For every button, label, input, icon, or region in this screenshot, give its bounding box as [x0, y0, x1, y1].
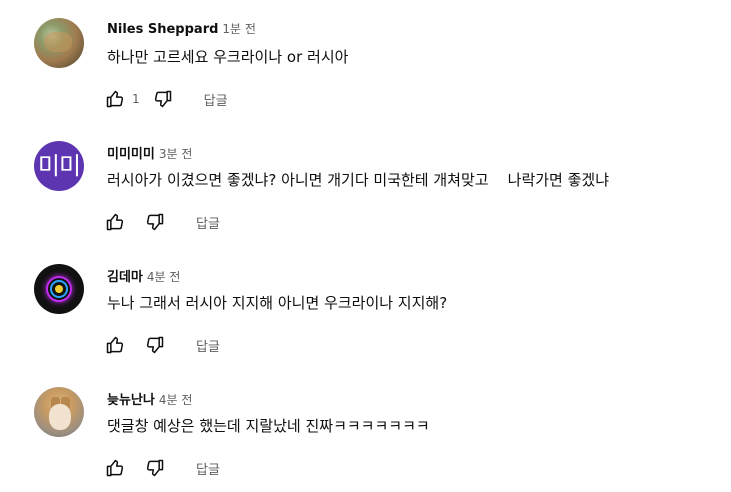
comment-header: 늦뉴난나 4분 전 [107, 389, 192, 409]
reply-button[interactable]: 답글 [188, 453, 228, 484]
avatar[interactable] [34, 387, 84, 437]
comment-item: 김데마 4분 전 누나 그래서 러시아 지지해 아니면 우크라이나 지지해? 답… [0, 246, 731, 369]
thumb-down-icon [154, 90, 171, 108]
like-count: 1 [132, 92, 140, 106]
comment-time[interactable]: 4분 전 [147, 268, 181, 285]
dislike-button[interactable] [140, 453, 170, 483]
comment-text: 누나 그래서 러시아 지지해 아니면 우크라이나 지지해? [107, 294, 448, 312]
avatar[interactable] [34, 18, 84, 68]
dislike-button[interactable] [148, 84, 178, 114]
comment-toolbar: 답글 [100, 453, 228, 483]
avatar[interactable] [34, 264, 84, 314]
comment-toolbar: 답글 [100, 207, 228, 237]
comment-text: 하나만 고르세요 우크라이나 or 러시아 [107, 48, 349, 66]
comment-author[interactable]: 미미미미 [107, 143, 155, 162]
avatar-face [49, 404, 71, 430]
comment-header: 김데마 4분 전 [107, 266, 180, 286]
thumb-up-icon [106, 213, 124, 231]
comment-toolbar: 1 답글 [100, 84, 236, 114]
comment-time[interactable]: 3분 전 [159, 145, 193, 162]
comment-text: 댓글창 예상은 했는데 지랄났네 진짜ㅋㅋㅋㅋㅋㅋㅋ [107, 417, 430, 435]
comment-header: Niles Sheppard 1분 전 [107, 20, 256, 40]
thumb-up-icon [106, 336, 124, 354]
thumb-up-icon [106, 459, 124, 477]
like-button[interactable] [100, 207, 130, 237]
reply-button[interactable]: 답글 [188, 330, 228, 361]
dislike-button[interactable] [140, 207, 170, 237]
like-button[interactable] [100, 453, 130, 483]
reply-button[interactable]: 답글 [196, 84, 236, 115]
like-button[interactable] [100, 330, 130, 360]
reply-button[interactable]: 답글 [188, 207, 228, 238]
dislike-button[interactable] [140, 330, 170, 360]
like-button[interactable] [100, 84, 130, 114]
comment-time[interactable]: 1분 전 [222, 20, 256, 37]
avatar-dot [55, 285, 63, 293]
comment-author[interactable]: 김데마 [107, 266, 143, 285]
comment-text: 러시아가 이겼으면 좋겠냐? 아니면 개기다 미국한테 개쳐맞고 나락가면 좋겠… [107, 171, 610, 189]
comment-item: 늦뉴난나 4분 전 댓글창 예상은 했는데 지랄났네 진짜ㅋㅋㅋㅋㅋㅋㅋ 답글 [0, 369, 731, 492]
comment-item: 미미 미미미미 3분 전 러시아가 이겼으면 좋겠냐? 아니면 개기다 미국한테… [0, 123, 731, 246]
avatar[interactable]: 미미 [34, 141, 84, 191]
comment-header: 미미미미 3분 전 [107, 143, 192, 163]
comment-toolbar: 답글 [100, 330, 228, 360]
thumb-up-icon [106, 90, 124, 108]
comment-author[interactable]: Niles Sheppard [107, 22, 218, 37]
thumb-down-icon [146, 459, 164, 477]
comment-item: Niles Sheppard 1분 전 하나만 고르세요 우크라이나 or 러시… [0, 0, 731, 123]
comment-author[interactable]: 늦뉴난나 [107, 389, 155, 408]
thumb-down-icon [146, 336, 164, 354]
thumb-down-icon [146, 213, 164, 231]
comment-time[interactable]: 4분 전 [159, 391, 193, 408]
